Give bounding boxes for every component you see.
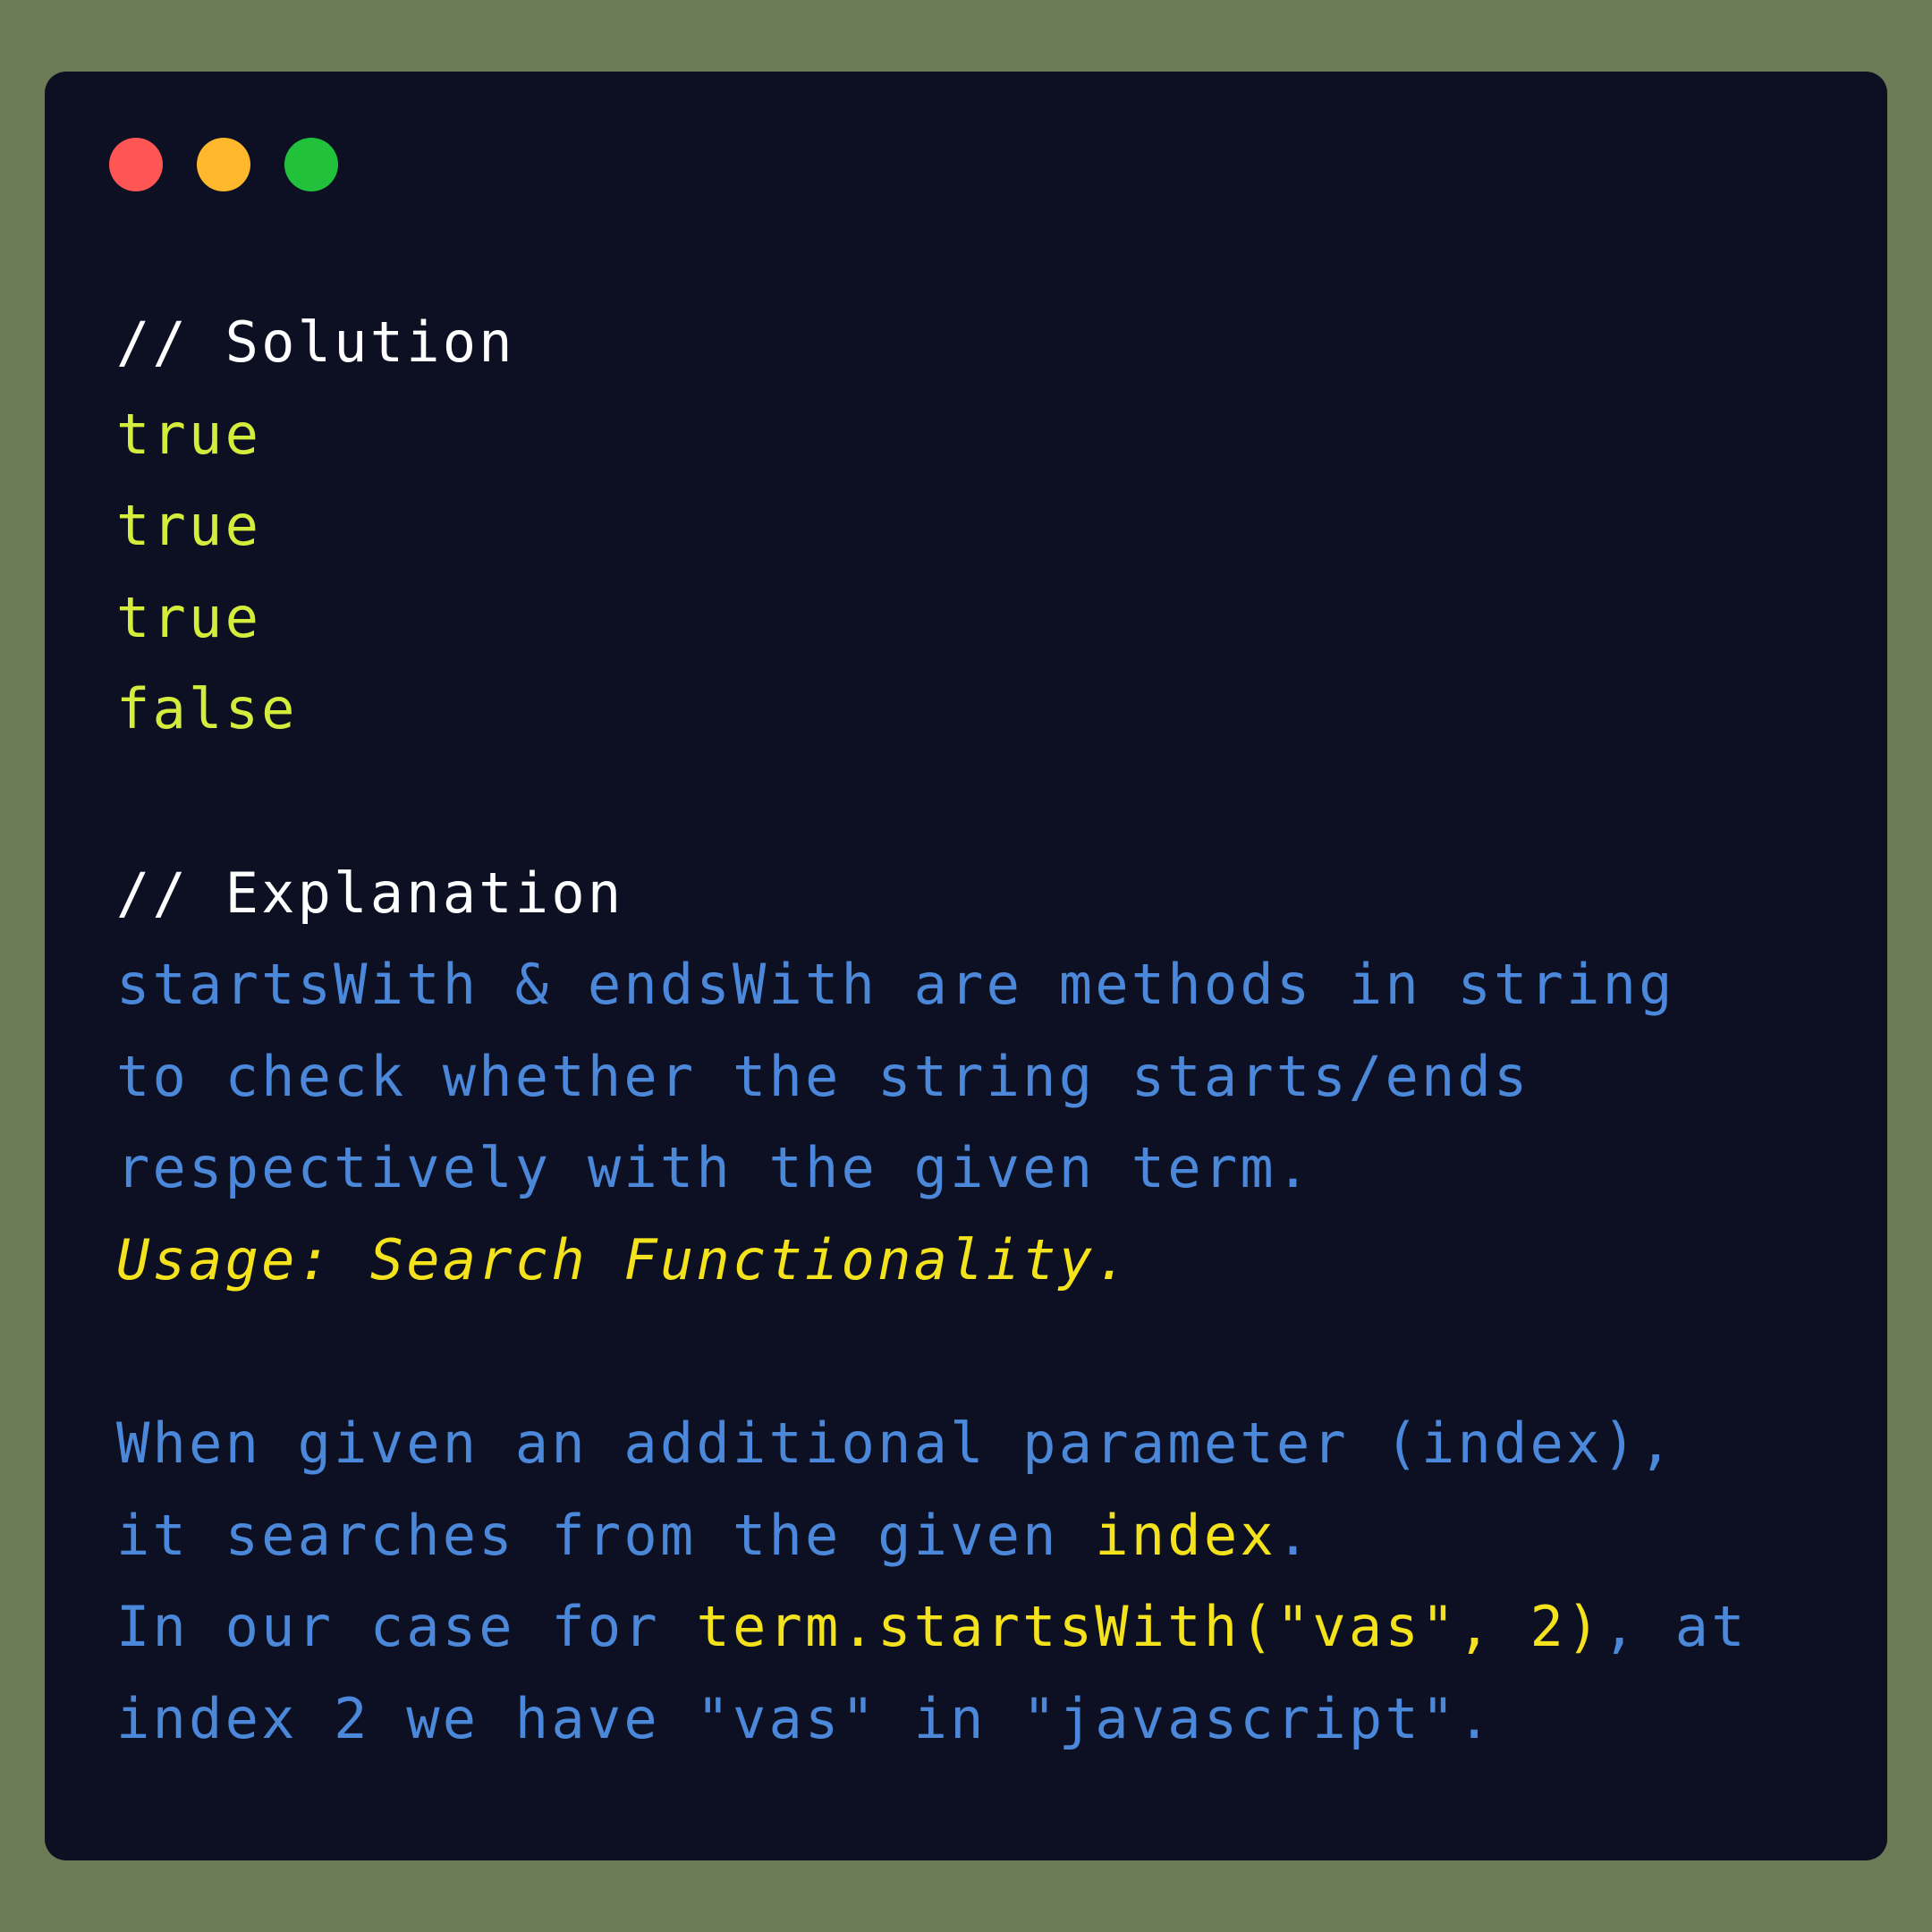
index-line-prefix: it searches from the given [116, 1502, 1096, 1568]
result-line: true [116, 401, 262, 467]
result-line: true [116, 584, 262, 650]
explanation-line: startsWith & endsWith are methods in str… [116, 952, 1675, 1018]
explanation-line: to check whether the string starts/ends [116, 1043, 1530, 1109]
code-block: // Solution true true true false // Explanati… [116, 297, 1748, 1766]
usage-line: Usage: Search Functionality. [116, 1226, 1131, 1292]
case-code: term.startsWith("vas", 2) [696, 1594, 1603, 1660]
index-keyword: index [1095, 1502, 1276, 1568]
case-line: In our case for term.startsWith("vas", 2… [116, 1581, 1748, 1674]
case-line-suffix: , at [1602, 1594, 1748, 1660]
window-controls [109, 138, 338, 191]
explanation-line: respectively with the given term. [116, 1135, 1313, 1201]
result-line: true [116, 493, 262, 559]
param-line: When given an additional parameter (inde… [116, 1411, 1675, 1477]
result-line: false [116, 676, 298, 742]
case-line-prefix: In our case for [116, 1594, 697, 1660]
close-button[interactable] [109, 138, 163, 191]
index-line-suffix: . [1275, 1502, 1313, 1568]
solution-comment: // Solution [116, 309, 515, 375]
final-line: index 2 we have "vas" in "javascript". [116, 1685, 1495, 1751]
minimize-button[interactable] [197, 138, 250, 191]
explanation-comment: // Explanation [116, 860, 624, 926]
index-line: it searches from the given index. [116, 1490, 1748, 1582]
maximize-button[interactable] [284, 138, 338, 191]
